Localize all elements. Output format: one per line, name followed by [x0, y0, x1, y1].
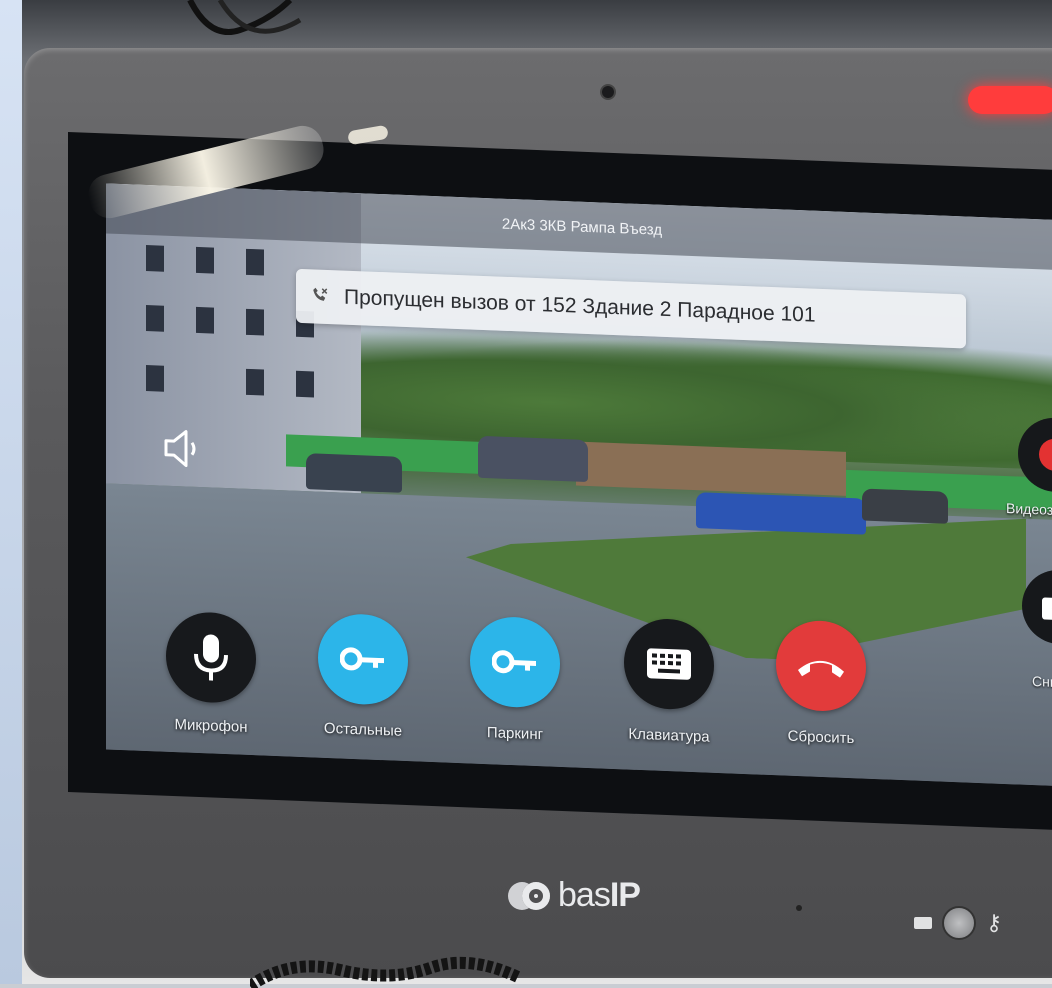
- keyboard-icon: [647, 648, 691, 680]
- cables-decoration: [187, 0, 302, 35]
- camera-lens-icon: [602, 86, 614, 98]
- window-edge: [0, 0, 22, 984]
- status-led: [968, 86, 1052, 114]
- cable-decoration: [250, 956, 520, 988]
- speaker-icon[interactable]: [160, 426, 204, 472]
- sensor-dot: [796, 905, 802, 911]
- hangup-icon: [798, 660, 844, 678]
- gallery-icon: [914, 917, 932, 929]
- video-feed: 2Ак3 3КВ Рампа Въезд Пропущен вызов от 1…: [106, 183, 1052, 787]
- touch-screen: 2Ак3 3КВ Рампа Въезд Пропущен вызов от 1…: [68, 132, 1052, 831]
- camera-title: 2Ак3 3КВ Рампа Въезд: [501, 215, 663, 239]
- brand-name: bas: [558, 876, 611, 914]
- key-icon: ⚷: [986, 910, 1003, 935]
- camera-icon: [1042, 597, 1052, 621]
- key-icon: [340, 647, 384, 671]
- missed-call-icon: [296, 284, 344, 309]
- brand-logo: bas IP: [508, 876, 641, 915]
- notification-text: Пропущен вызов от 152 Здание 2 Парадное …: [344, 285, 816, 327]
- brand-suffix: IP: [609, 876, 641, 914]
- record-label: Видеозап: [1006, 500, 1052, 519]
- microphone-icon: [194, 634, 228, 681]
- hardware-button[interactable]: [942, 906, 976, 940]
- hardware-buttons: ⚷: [914, 906, 1002, 940]
- key-icon: [492, 650, 536, 674]
- snapshot-label: Снимо: [1032, 673, 1052, 691]
- basip-logo-icon: [508, 881, 552, 910]
- record-icon: [1039, 438, 1052, 472]
